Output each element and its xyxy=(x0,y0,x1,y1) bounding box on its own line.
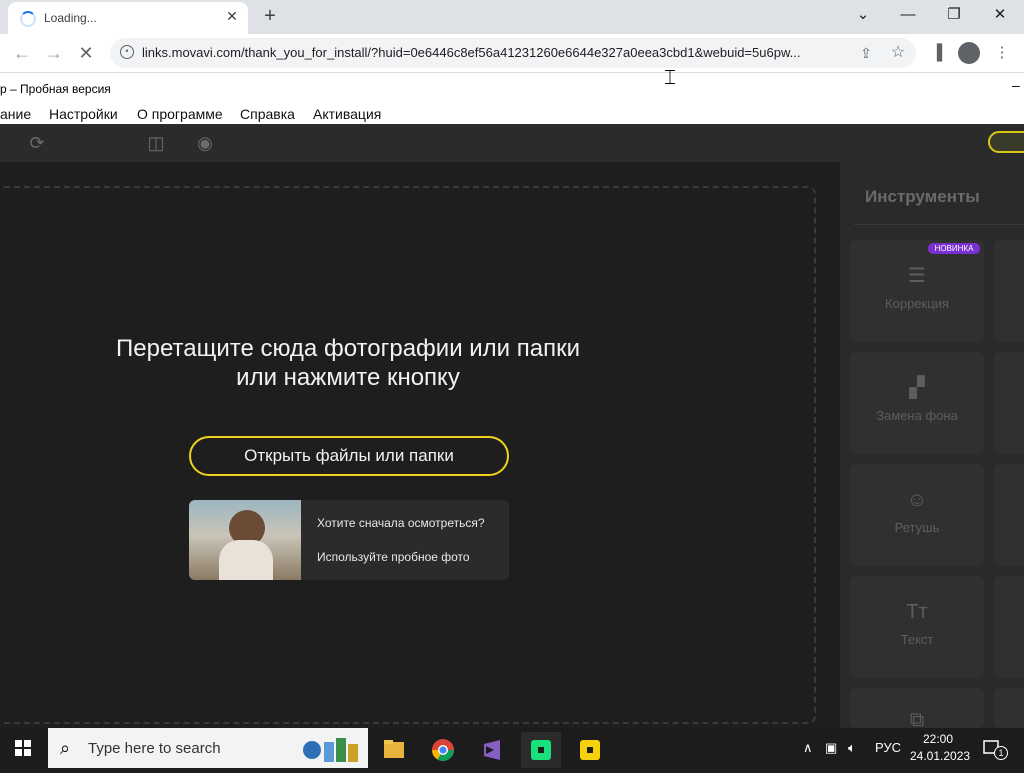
sample-question: Хотите сначала осмотреться? xyxy=(317,516,485,530)
sliders-icon: ☰ xyxy=(908,265,926,287)
back-arrow-icon[interactable]: ← xyxy=(10,41,34,65)
menu-item-help[interactable]: Справка xyxy=(240,106,295,122)
clock[interactable]: 22:00 24.01.2023 xyxy=(910,731,971,765)
refresh-icon[interactable]: ⟳ xyxy=(26,133,48,153)
search-icon: ⌕ xyxy=(60,738,71,758)
export-button[interactable] xyxy=(988,131,1024,153)
windows-logo-icon xyxy=(15,740,31,756)
menu-item-edit[interactable]: ание xyxy=(0,106,31,122)
sample-photo-card[interactable]: Хотите сначала осмотреться? Используйте … xyxy=(189,500,509,580)
smile-icon: ☺ xyxy=(906,489,928,511)
side-panel-icon[interactable]: ▐ xyxy=(927,43,947,63)
tool-card-partial[interactable] xyxy=(994,240,1024,342)
stop-loading-icon[interactable]: ✕ xyxy=(74,41,98,65)
app-title: р – Пробная версия xyxy=(0,82,111,96)
taskbar: ⌕ Type here to search ∧ ▣ 🔈︎ РУС 22:00 2… xyxy=(0,728,1024,768)
tool-text-label: Текст xyxy=(900,632,934,647)
tab-title: Loading... xyxy=(44,11,97,25)
compare-split-icon[interactable]: ◫ xyxy=(145,133,167,153)
tool-background-label: Замена фона xyxy=(876,408,958,423)
network-icon[interactable]: ▣ xyxy=(825,740,837,756)
sample-photo-thumbnail xyxy=(189,500,301,580)
taskbar-search[interactable]: ⌕ Type here to search xyxy=(48,728,368,768)
tool-card-partial[interactable] xyxy=(994,576,1024,678)
new-badge: НОВИНКА xyxy=(928,243,980,254)
sample-action-link[interactable]: Используйте пробное фото xyxy=(317,550,470,564)
clock-time: 22:00 xyxy=(922,732,954,746)
tool-background-replace[interactable]: ▞ Замена фона xyxy=(850,352,984,454)
bookmark-star-icon[interactable]: ☆ xyxy=(888,43,908,63)
start-button[interactable] xyxy=(0,728,48,768)
search-placeholder: Type here to search xyxy=(88,740,221,757)
app-menu-bar: ание Настройки О программе Справка Актив… xyxy=(0,104,1024,124)
forward-arrow-icon[interactable]: → xyxy=(42,41,66,65)
site-info-icon[interactable]: • xyxy=(120,45,134,59)
panel-divider xyxy=(854,224,1024,225)
volume-icon[interactable]: 🔈︎ xyxy=(848,740,856,756)
browser-tab[interactable]: Loading... ✕ xyxy=(8,2,248,34)
tool-correction-label: Коррекция xyxy=(885,296,949,311)
app-title-bar: р – Пробная версия – xyxy=(0,73,1024,105)
menu-item-activation[interactable]: Активация xyxy=(313,106,381,122)
drop-instructions-line2: или нажмите кнопку xyxy=(236,364,460,391)
tool-crop[interactable]: ⧉ xyxy=(850,688,984,731)
tools-heading: Инструменты xyxy=(865,187,980,206)
tool-card-partial[interactable] xyxy=(994,688,1024,728)
drop-instructions-line1: Перетащите сюда фотографии или папки xyxy=(116,335,580,362)
close-tab-icon[interactable]: ✕ xyxy=(224,8,240,24)
drop-instructions: Перетащите сюда фотографии или папки или… xyxy=(88,334,608,392)
loading-spinner-icon xyxy=(20,11,36,27)
notification-count: 1 xyxy=(994,746,1008,760)
tool-card-partial[interactable] xyxy=(994,464,1024,566)
minimize-button[interactable]: — xyxy=(894,4,922,26)
notification-center-icon[interactable]: 1 xyxy=(982,738,1008,760)
app-minimize-icon[interactable]: – xyxy=(1012,77,1024,93)
visual-studio-icon[interactable] xyxy=(472,732,512,768)
address-bar[interactable]: • links.movavi.com/thank_you_for_install… xyxy=(110,38,916,68)
preview-eye-icon[interactable]: ◉ xyxy=(194,133,216,153)
app-toolbar: ⟳ ◫ ◉ xyxy=(0,124,1024,162)
share-icon[interactable]: ⇪ xyxy=(856,43,876,63)
text-icon: Tт xyxy=(906,601,928,623)
tool-card-partial[interactable] xyxy=(994,352,1024,454)
browser-toolbar: ← → ✕ • links.movavi.com/thank_you_for_i… xyxy=(0,34,1024,73)
restore-button[interactable]: ❐ xyxy=(940,4,968,26)
tool-retouch-label: Ретушь xyxy=(894,520,940,535)
input-language[interactable]: РУС xyxy=(875,740,901,755)
browser-tab-strip: Loading... ✕ + ⌄ — ❐ ✕ xyxy=(0,0,1024,34)
tab-search-chevron-icon[interactable]: ⌄ xyxy=(849,4,877,26)
show-hidden-icons-chevron-icon[interactable]: ∧ xyxy=(803,740,813,756)
menu-item-about[interactable]: О программе xyxy=(137,106,223,122)
text-cursor-icon: ⌶ xyxy=(664,67,676,89)
clock-date: 24.01.2023 xyxy=(910,749,971,763)
menu-kebab-icon[interactable]: ⋮ xyxy=(992,43,1012,63)
green-app-icon[interactable] xyxy=(521,732,561,768)
tool-text[interactable]: Tт Текст xyxy=(850,576,984,678)
open-files-button[interactable]: Открыть файлы или папки xyxy=(189,436,509,476)
menu-item-settings[interactable]: Настройки xyxy=(49,106,118,122)
movavi-app-icon[interactable] xyxy=(570,732,610,768)
url-text[interactable]: links.movavi.com/thank_you_for_install/?… xyxy=(142,45,842,60)
tool-correction[interactable]: ☰ Коррекция xyxy=(850,240,984,342)
file-explorer-icon[interactable] xyxy=(374,732,414,768)
new-tab-button[interactable]: + xyxy=(258,5,282,29)
checker-icon: ▞ xyxy=(909,377,925,399)
workspace: Перетащите сюда фотографии или папки или… xyxy=(0,162,840,728)
profile-avatar-icon[interactable] xyxy=(958,42,980,64)
close-window-button[interactable]: ✕ xyxy=(986,4,1014,26)
search-highlight-illustration-icon xyxy=(303,738,358,762)
tool-retouch[interactable]: ☺ Ретушь xyxy=(850,464,984,566)
chrome-icon[interactable] xyxy=(423,732,463,768)
